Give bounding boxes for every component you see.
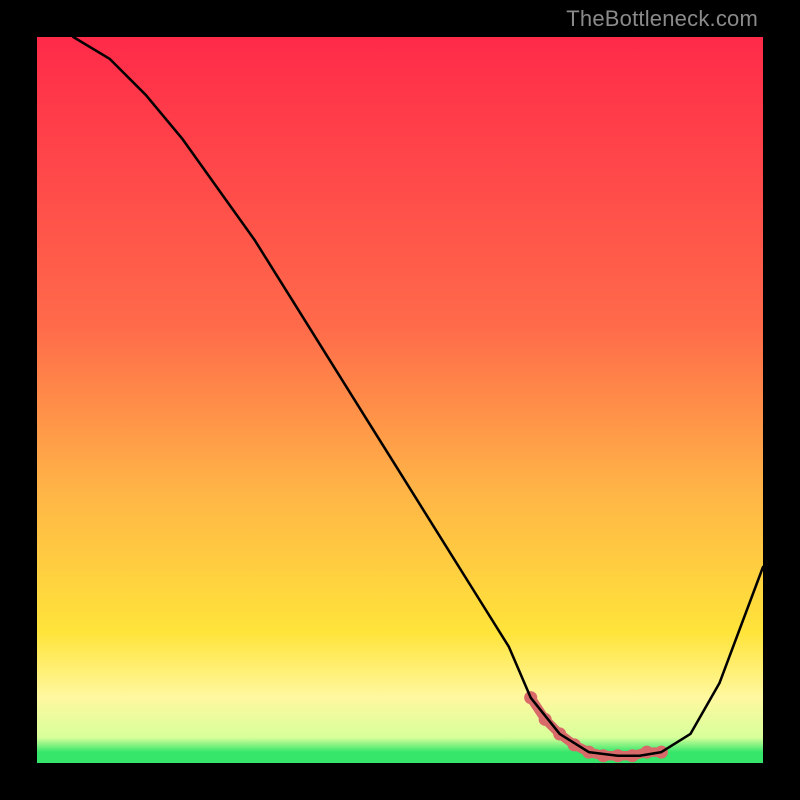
chart-svg — [37, 37, 763, 763]
watermark-text: TheBottleneck.com — [566, 6, 758, 32]
chart-frame: TheBottleneck.com — [0, 0, 800, 800]
marker-dot — [640, 746, 653, 759]
gradient-background — [37, 37, 763, 763]
plot-area — [37, 37, 763, 763]
